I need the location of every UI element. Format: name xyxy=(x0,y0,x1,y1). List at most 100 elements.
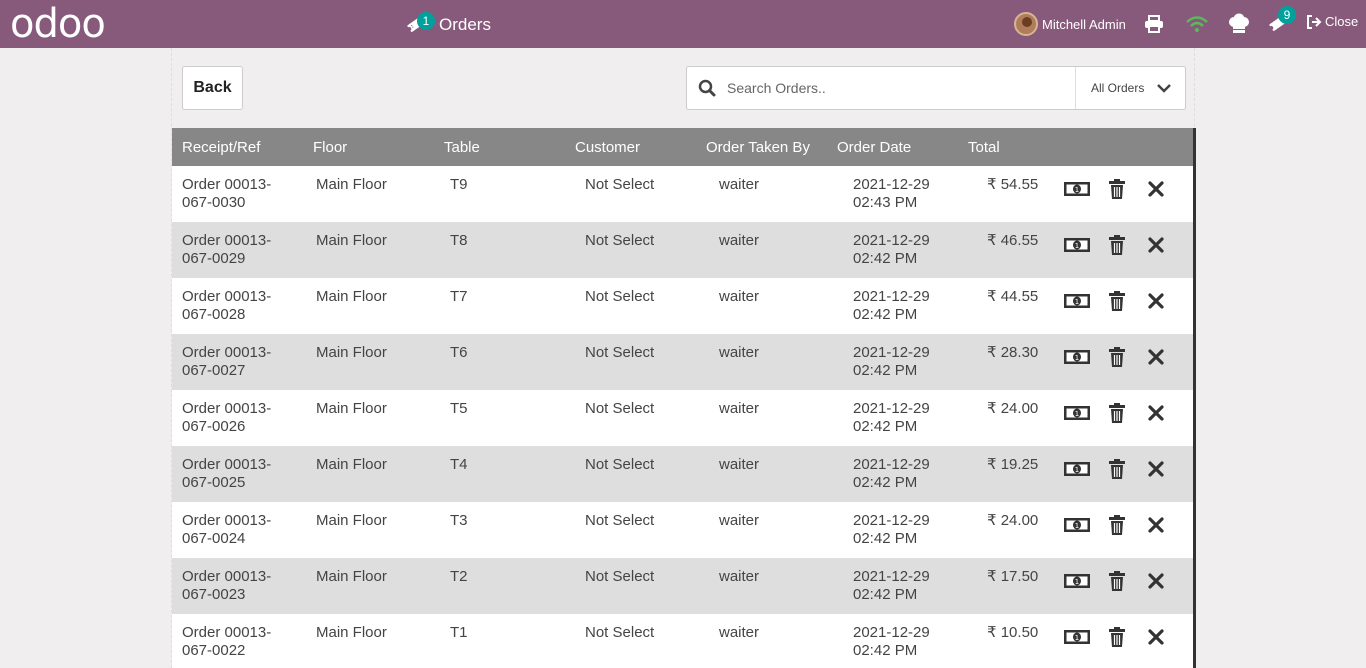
total-cell: ₹ 19.25 xyxy=(987,456,1039,473)
money-icon[interactable]: 1 xyxy=(1062,627,1092,647)
table-row[interactable]: Order 00013- 067-0022 Main Floor T1 Not S… xyxy=(172,614,1193,668)
ref2-text: 067-0028 xyxy=(182,306,246,323)
money-icon[interactable]: 1 xyxy=(1062,179,1092,199)
table-row[interactable]: Order 00013- 067-0029 Main Floor T8 Not S… xyxy=(172,222,1193,278)
total-cell: ₹ 17.50 xyxy=(987,568,1039,585)
trash-icon[interactable] xyxy=(1103,459,1131,479)
table-row[interactable]: Order 00013- 067-0023 Main Floor T2 Not S… xyxy=(172,558,1193,614)
order-taken-by-cell: waiter xyxy=(719,400,760,417)
close-label: Close xyxy=(1325,14,1359,29)
trash-icon[interactable] xyxy=(1103,291,1131,311)
odoo-logo: odoo xyxy=(10,1,106,47)
money-icon[interactable]: 1 xyxy=(1062,571,1092,591)
trash-icon[interactable] xyxy=(1103,403,1131,423)
customer-cell: Not Select xyxy=(585,568,655,585)
trash-icon[interactable] xyxy=(1103,235,1131,255)
trash-icon[interactable] xyxy=(1103,179,1131,199)
order-date-cell: 2021-12-29 02:42 PM xyxy=(827,446,958,502)
time-text: 02:42 PM xyxy=(853,642,918,659)
close-icon[interactable] xyxy=(1142,235,1170,255)
table-cell: T3 xyxy=(450,512,468,529)
table-row[interactable]: Order 00013- 067-0030 Main Floor T9 Not S… xyxy=(172,166,1193,222)
close-icon[interactable] xyxy=(1142,515,1170,535)
order-date-cell: 2021-12-29 02:42 PM xyxy=(827,558,958,614)
close-icon[interactable] xyxy=(1142,627,1170,647)
floor-cell: Main Floor xyxy=(316,288,387,305)
order-date-cell: 2021-12-29 02:42 PM xyxy=(827,614,958,668)
order-taken-by-cell: waiter xyxy=(719,176,760,193)
trash-icon[interactable] xyxy=(1103,571,1131,591)
close-button[interactable]: Close xyxy=(1306,14,1358,29)
floor-cell: Main Floor xyxy=(316,624,387,641)
total-cell: ₹ 44.55 xyxy=(987,288,1039,305)
close-icon[interactable] xyxy=(1142,459,1170,479)
search-input[interactable] xyxy=(727,68,1075,108)
user-menu[interactable]: Mitchell Admin xyxy=(1014,12,1126,36)
column-header: Order Taken By xyxy=(706,138,810,156)
money-icon[interactable]: 1 xyxy=(1062,403,1092,423)
table-row[interactable]: Order 00013- 067-0025 Main Floor T4 Not S… xyxy=(172,446,1193,502)
table-cell: T1 xyxy=(450,624,468,641)
svg-text:1: 1 xyxy=(1075,186,1079,194)
table-cell: T9 xyxy=(450,176,468,193)
sign-out-icon xyxy=(1307,14,1322,29)
ref2-text: 067-0023 xyxy=(182,586,246,603)
time-text: 02:42 PM xyxy=(853,250,918,267)
money-icon[interactable]: 1 xyxy=(1062,459,1092,479)
svg-text:1: 1 xyxy=(1075,242,1079,250)
ref1-text: Order 00013- xyxy=(182,176,272,193)
ref2-text: 067-0024 xyxy=(182,530,246,547)
orders-label: Orders xyxy=(439,15,491,34)
date-text: 2021-12-29 xyxy=(853,512,930,529)
date-text: 2021-12-29 xyxy=(853,400,930,417)
money-icon[interactable]: 1 xyxy=(1062,347,1092,367)
receipt-ref-cell: Order 00013- 067-0024 xyxy=(172,502,303,558)
svg-text:1: 1 xyxy=(1075,578,1079,586)
floor-cell: Main Floor xyxy=(316,568,387,585)
total-cell: ₹ 28.30 xyxy=(987,344,1039,361)
table-row[interactable]: Order 00013- 067-0028 Main Floor T7 Not S… xyxy=(172,278,1193,334)
order-filter-select[interactable]: All Orders xyxy=(1075,67,1185,109)
row-actions: 1 xyxy=(1058,278,1170,334)
ticket-icon: 1 xyxy=(405,12,435,35)
trash-icon[interactable] xyxy=(1103,347,1131,367)
customer-cell: Not Select xyxy=(585,624,655,641)
wifi-icon[interactable] xyxy=(1186,13,1208,35)
trash-icon[interactable] xyxy=(1103,627,1131,647)
trash-icon[interactable] xyxy=(1103,515,1131,535)
order-date-cell: 2021-12-29 02:42 PM xyxy=(827,222,958,278)
printer-icon[interactable] xyxy=(1143,13,1165,35)
money-icon[interactable]: 1 xyxy=(1062,235,1092,255)
floor-cell: Main Floor xyxy=(316,400,387,417)
close-icon[interactable] xyxy=(1142,347,1170,367)
time-text: 02:43 PM xyxy=(853,194,918,211)
orders-tab[interactable]: 1 Orders xyxy=(405,12,491,38)
close-icon[interactable] xyxy=(1142,179,1170,199)
table-row[interactable]: Order 00013- 067-0024 Main Floor T3 Not S… xyxy=(172,502,1193,558)
customer-cell: Not Select xyxy=(585,288,655,305)
customer-cell: Not Select xyxy=(585,176,655,193)
ref2-text: 067-0025 xyxy=(182,474,246,491)
ref1-text: Order 00013- xyxy=(182,456,272,473)
close-icon[interactable] xyxy=(1142,403,1170,423)
close-icon[interactable] xyxy=(1142,571,1170,591)
back-button[interactable]: Back xyxy=(182,66,243,110)
date-text: 2021-12-29 xyxy=(853,232,930,249)
chef-hat-icon[interactable] xyxy=(1228,13,1250,35)
search-icon xyxy=(687,79,727,97)
money-icon[interactable]: 1 xyxy=(1062,515,1092,535)
floor-cell: Main Floor xyxy=(316,232,387,249)
date-text: 2021-12-29 xyxy=(853,456,930,473)
table-row[interactable]: Order 00013- 067-0026 Main Floor T5 Not S… xyxy=(172,390,1193,446)
money-icon[interactable]: 1 xyxy=(1062,291,1092,311)
table-row[interactable]: Order 00013- 067-0027 Main Floor T6 Not S… xyxy=(172,334,1193,390)
floor-cell: Main Floor xyxy=(316,176,387,193)
table-cell: T8 xyxy=(450,232,468,249)
order-date-cell: 2021-12-29 02:43 PM xyxy=(827,166,958,222)
order-taken-by-cell: waiter xyxy=(719,288,760,305)
floor-cell: Main Floor xyxy=(316,456,387,473)
total-cell: ₹ 54.55 xyxy=(987,176,1039,193)
ref1-text: Order 00013- xyxy=(182,232,272,249)
close-icon[interactable] xyxy=(1142,291,1170,311)
tickets-icon[interactable]: 9 xyxy=(1266,6,1296,35)
